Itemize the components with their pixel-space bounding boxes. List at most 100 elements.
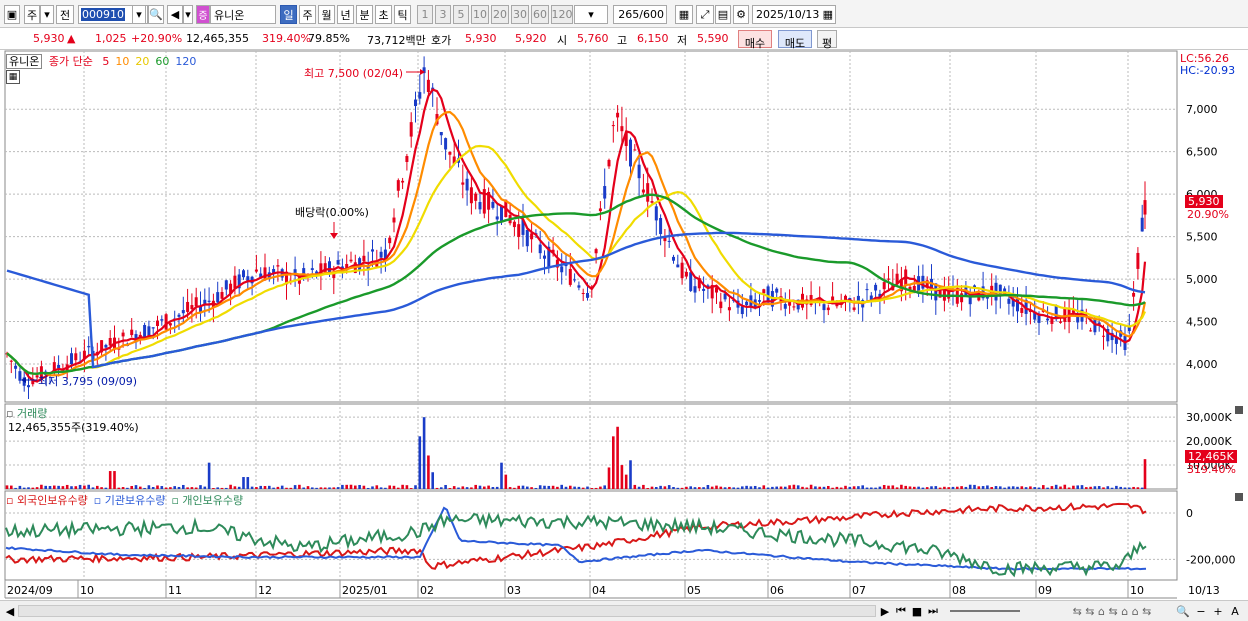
candle-body-171 (740, 306, 744, 315)
period-button-2[interactable]: 월 (318, 5, 335, 24)
calculator-icon[interactable]: ▦ (6, 70, 20, 84)
scroll-left-icon[interactable]: ◀ (4, 603, 16, 619)
holding-legend-1: ▫ 기관보유수량 (93, 494, 166, 507)
date-field[interactable]: 2025/10/13 ▦ (752, 5, 836, 24)
chart-area[interactable]: 7,0006,5006,0005,5005,0004,5004,00030,00… (0, 50, 1248, 600)
candle-body-143 (620, 126, 624, 132)
holding-legend: ▫ 외국인보유수량 ▫ 기관보유수량 ▫ 개인보유수량 (6, 492, 249, 508)
volume-bar-164 (710, 486, 714, 489)
volume-bar-141 (612, 436, 615, 489)
candle-body-139 (603, 186, 607, 199)
volume-bar-39 (173, 486, 176, 489)
zoom-slider[interactable] (950, 610, 1020, 612)
sell-button[interactable]: 매도 (778, 30, 812, 50)
gear-icon[interactable]: ⚙ (733, 5, 749, 24)
interval-button-6[interactable]: 60 (531, 5, 549, 24)
buy-button[interactable]: 매수 (738, 30, 772, 50)
calendar-icon[interactable]: ▦ (823, 8, 833, 21)
zoom-out-icon[interactable]: − (1195, 603, 1207, 619)
volume-bar-213 (921, 487, 925, 489)
low-annotation: 최저 3,795 (09/09) (38, 375, 138, 388)
candle-body-141 (611, 125, 615, 127)
candle-body-119 (517, 224, 521, 237)
bid-value: 5,920 (515, 32, 547, 45)
period-button-6[interactable]: 틱 (394, 5, 411, 24)
holding-legend-2: ▫ 개인보유수량 (171, 494, 244, 507)
stock-name-field[interactable]: 유니온 (210, 5, 276, 24)
candle-body-204 (882, 282, 886, 290)
mode-button[interactable]: 주 (24, 5, 40, 24)
volume-bar-85 (371, 486, 374, 489)
tool-icons[interactable]: ⇆ ⇆ ⌂ ⇆ ⌂ ⌂ ⇆ (1052, 603, 1172, 619)
chart-svg[interactable]: 7,0006,5006,0005,5005,0004,5004,00030,00… (0, 50, 1248, 600)
volume-bar-59 (259, 485, 262, 489)
volume-bar-254 (1097, 486, 1101, 489)
volume-bar-219 (947, 487, 950, 489)
code-dropdown-icon[interactable]: ▾ (132, 5, 146, 24)
tool-icon-1[interactable]: ▦ (675, 5, 693, 24)
volume-bar-102 (444, 484, 447, 489)
speaker-icon[interactable]: ◀ (167, 5, 183, 24)
volume-bar-20 (91, 487, 95, 489)
prev-button[interactable]: 전 (56, 5, 74, 24)
ma5-line (6, 88, 1147, 383)
speaker-dropdown-icon[interactable]: ▾ (183, 5, 193, 24)
volume-bar-13 (61, 486, 65, 489)
candle-body-233 (1007, 298, 1011, 304)
search-icon[interactable]: 🔍 (148, 5, 164, 24)
interval-button-0[interactable]: 1 (417, 5, 433, 24)
volume-bar-43 (190, 487, 194, 489)
interval-button-3[interactable]: 10 (471, 5, 489, 24)
mode-dropdown-icon[interactable]: ▾ (40, 5, 54, 24)
volume-bar-166 (719, 486, 723, 489)
low-value: 5,590 (697, 32, 729, 45)
volume-bar-124 (538, 485, 542, 489)
zoom-in-icon[interactable]: + (1212, 603, 1224, 619)
period-button-5[interactable]: 초 (375, 5, 392, 24)
zoom-icon[interactable]: 🔍 (1176, 603, 1190, 619)
amount-value: 73,712백만 (367, 34, 426, 47)
interval-button-5[interactable]: 30 (511, 5, 529, 24)
period-button-1[interactable]: 주 (299, 5, 316, 24)
interval-dropdown[interactable]: ▾ (574, 5, 608, 24)
candle-body-19 (87, 346, 91, 348)
volume-bar-241 (1042, 485, 1045, 489)
candle-body-264 (1140, 217, 1144, 232)
rewind-icon[interactable]: ⏮ (894, 603, 908, 619)
eval-button[interactable]: 평 (817, 30, 837, 50)
ma60-line (6, 193, 1146, 376)
volume-bar-175 (758, 487, 761, 489)
period-button-4[interactable]: 분 (356, 5, 373, 24)
forward-icon[interactable]: ⏭ (926, 603, 940, 619)
vol-tick-1: 20,000K (1186, 435, 1232, 448)
period-button-0[interactable]: 일 (280, 5, 297, 24)
volume-bar-239 (1033, 487, 1036, 489)
count-field[interactable]: 265/600 (613, 5, 667, 24)
badge-icon: 증 (196, 5, 210, 24)
interval-button-4[interactable]: 20 (491, 5, 509, 24)
interval-button-7[interactable]: 120 (551, 5, 573, 24)
volume-bar-120 (521, 485, 525, 489)
volume-bar-113 (491, 487, 495, 489)
tool-icon-2[interactable]: ⤢ (696, 5, 714, 24)
volume-bar-49 (216, 487, 219, 489)
save-icon[interactable]: ▤ (715, 5, 731, 24)
volume-bar-186 (805, 487, 809, 489)
scroll-right-icon[interactable]: ▶ (879, 603, 891, 619)
stock-code: 000910 (81, 8, 125, 21)
font-icon[interactable]: A (1229, 603, 1241, 619)
candle-body-236 (1020, 308, 1024, 313)
stop-icon[interactable]: ■ (910, 603, 924, 619)
candle-body-23 (104, 344, 108, 348)
volume-bar-72 (315, 487, 318, 489)
period-button-3[interactable]: 년 (337, 5, 354, 24)
scroll-track[interactable] (18, 605, 876, 617)
interval-button-1[interactable]: 3 (435, 5, 451, 24)
count-total: /600 (639, 8, 664, 21)
high-annotation: 최고 7,500 (02/04) (304, 67, 404, 80)
window-icon[interactable]: ▣ (4, 5, 20, 24)
interval-button-2[interactable]: 5 (453, 5, 469, 24)
candle-body-162 (702, 288, 706, 291)
volume-bar-136 (590, 487, 594, 489)
candle-body-50 (220, 291, 224, 299)
